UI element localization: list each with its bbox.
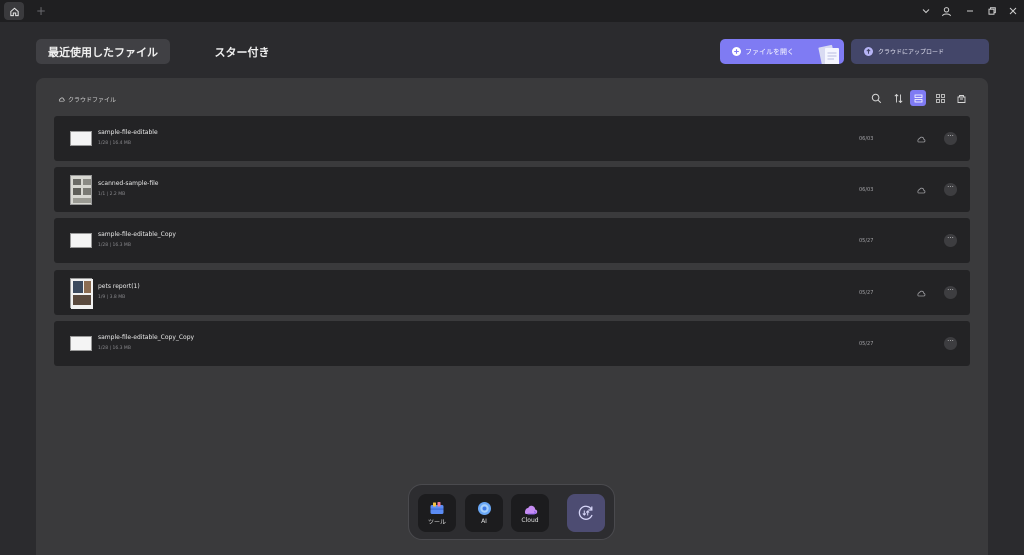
file-date: 06/03	[859, 187, 874, 193]
more-options-button[interactable]: ···	[944, 286, 957, 299]
cloud-button[interactable]: Cloud	[511, 494, 549, 532]
grid-view-icon[interactable]	[932, 90, 948, 106]
file-name: scanned-sample-file	[98, 180, 159, 187]
close-icon[interactable]	[1004, 2, 1022, 20]
ai-label: AI	[481, 518, 487, 525]
new-tab-button[interactable]: +	[34, 3, 48, 19]
open-file-label: ファイルを開く	[745, 47, 794, 56]
title-bar: +	[0, 0, 1024, 22]
tab-starred[interactable]: スター付き	[192, 39, 292, 64]
file-row[interactable]: sample-file-editable_Copy_Copy 1/28 | 16…	[54, 321, 970, 366]
file-meta: 1/28 | 16.3 MB	[98, 346, 131, 351]
cloud-icon	[58, 97, 65, 102]
file-name: sample-file-editable_Copy_Copy	[98, 334, 195, 341]
sort-icon[interactable]	[890, 90, 906, 106]
more-options-button[interactable]: ···	[944, 337, 957, 350]
file-name: pets report(1)	[98, 283, 140, 290]
cloud-icon	[524, 505, 537, 514]
cart-icon[interactable]	[953, 90, 969, 106]
bottom-dock: ツール AI Cloud	[408, 484, 615, 540]
file-date: 05/27	[859, 238, 874, 244]
open-file-button[interactable]: ファイルを開く	[720, 39, 844, 64]
more-options-button[interactable]: ···	[944, 183, 957, 196]
file-thumbnail	[70, 336, 92, 351]
sync-icon	[578, 505, 593, 520]
home-tab[interactable]	[4, 2, 24, 20]
upload-to-cloud-button[interactable]: クラウドにアップロード	[851, 39, 989, 64]
ai-button[interactable]: AI	[465, 494, 503, 532]
cloud-status-icon	[917, 187, 926, 194]
breadcrumb-label: クラウドファイル	[68, 96, 117, 104]
plus-circle-icon	[732, 47, 741, 56]
file-thumbnail	[70, 131, 92, 146]
file-date: 06/03	[859, 136, 874, 142]
cloud-status-icon	[917, 290, 926, 297]
file-row[interactable]: pets report(1) 1/9 | 3.8 MB 05/27 ···	[54, 270, 970, 315]
file-date: 05/27	[859, 290, 874, 296]
file-row[interactable]: sample-file-editable 1/28 | 16.4 MB 06/0…	[54, 116, 970, 161]
cloud-label: Cloud	[521, 516, 539, 524]
more-options-button[interactable]: ···	[944, 234, 957, 247]
upload-to-cloud-label: クラウドにアップロード	[878, 49, 945, 56]
tools-button[interactable]: ツール	[418, 494, 456, 532]
file-thumbnail	[70, 278, 93, 309]
documents-icon	[818, 44, 839, 64]
chevron-down-icon[interactable]	[917, 2, 935, 20]
tab-recent-files[interactable]: 最近使用したファイル	[36, 39, 170, 64]
minimize-icon[interactable]	[961, 2, 979, 20]
toolbox-icon	[430, 501, 444, 514]
file-thumbnail	[70, 233, 92, 248]
file-name: sample-file-editable	[98, 129, 158, 136]
upload-icon	[864, 47, 873, 56]
file-meta: 1/28 | 16.3 MB	[98, 243, 131, 248]
breadcrumb[interactable]: クラウドファイル	[58, 94, 116, 104]
file-meta: 1/1 | 2.2 MB	[98, 192, 126, 197]
file-meta: 1/28 | 16.4 MB	[98, 141, 131, 146]
file-name: sample-file-editable_Copy	[98, 231, 176, 238]
home-icon	[9, 7, 19, 16]
file-row[interactable]: scanned-sample-file 1/1 | 2.2 MB 06/03 ·…	[54, 167, 970, 212]
file-thumbnail	[70, 175, 92, 205]
ai-assistant-icon	[477, 502, 491, 515]
restore-icon[interactable]	[983, 2, 1001, 20]
more-options-button[interactable]: ···	[944, 132, 957, 145]
list-view-icon[interactable]	[910, 90, 926, 106]
account-icon[interactable]	[937, 2, 955, 20]
sync-button[interactable]	[567, 494, 605, 532]
tools-label: ツール	[427, 518, 446, 526]
search-icon[interactable]	[868, 90, 884, 106]
file-meta: 1/9 | 3.8 MB	[98, 295, 126, 300]
file-row[interactable]: sample-file-editable_Copy 1/28 | 16.3 MB…	[54, 218, 970, 263]
cloud-status-icon	[917, 136, 926, 143]
file-date: 05/27	[859, 341, 874, 347]
